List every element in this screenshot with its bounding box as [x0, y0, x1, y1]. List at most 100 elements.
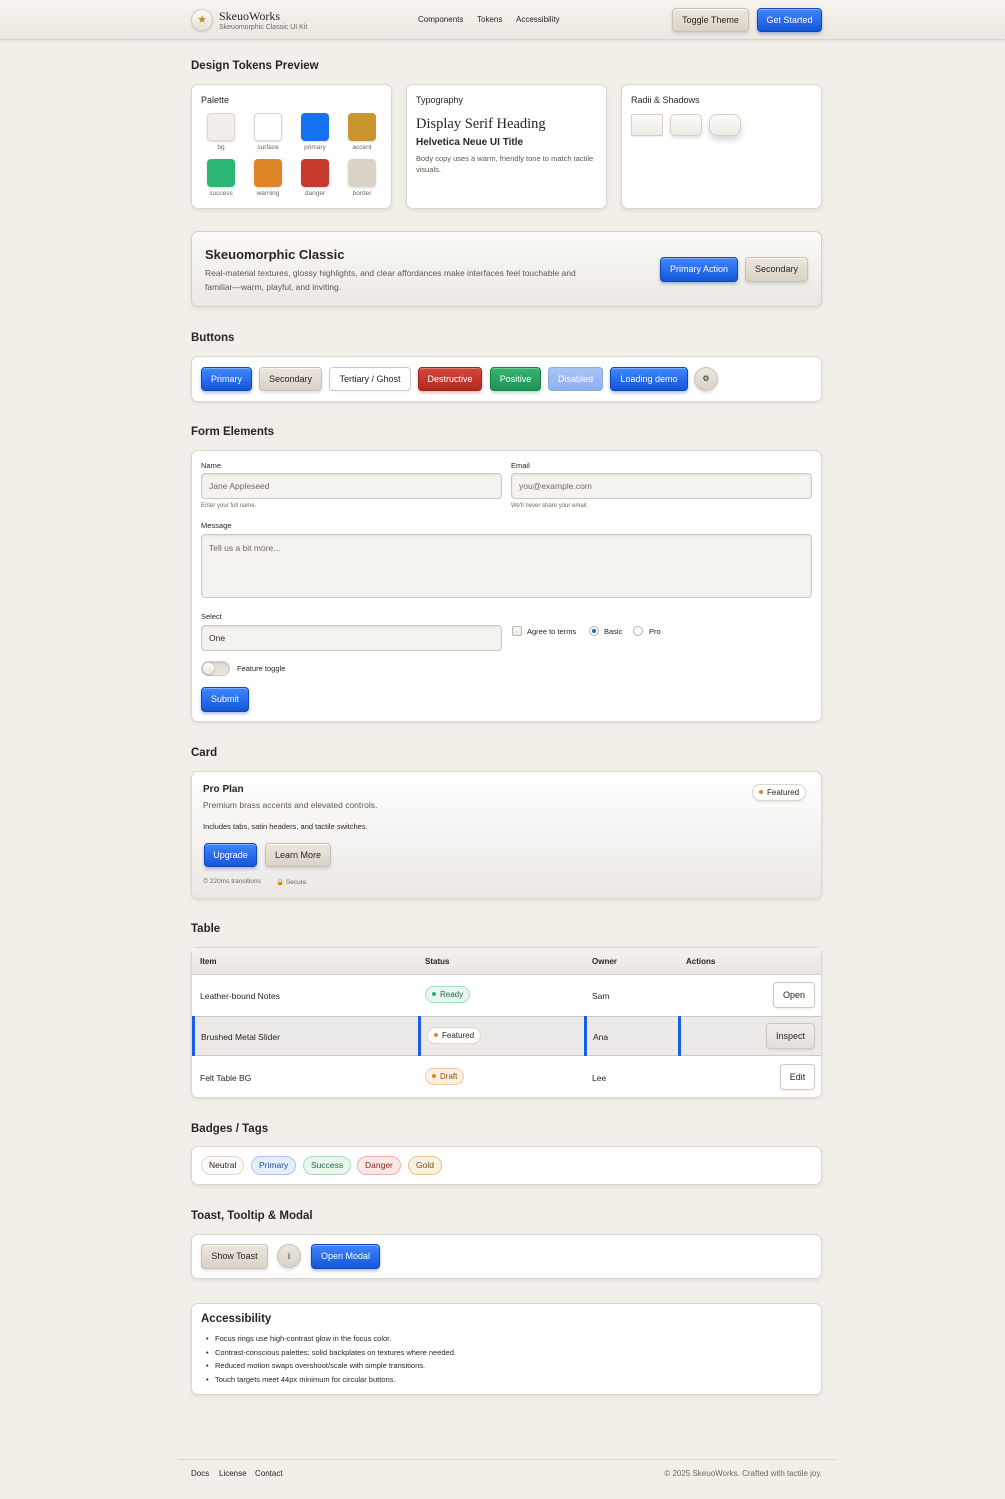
footer-link-docs[interactable]: Docs: [191, 1469, 209, 1478]
transition-meta: ⏱ 220ms transitions: [203, 878, 261, 885]
nav-accessibility[interactable]: Accessibility: [516, 15, 560, 24]
list-item: Contrast-conscious palettes; solid backp…: [206, 1348, 456, 1357]
footer-link-license[interactable]: License: [219, 1469, 247, 1478]
table-cell-item: Felt Table BG: [200, 1073, 252, 1083]
gear-icon[interactable]: ⚙: [694, 367, 718, 391]
section-title-buttons: Buttons: [191, 332, 235, 344]
table-row-selected[interactable]: [192, 1016, 821, 1056]
feature-toggle-label: Feature toggle: [237, 664, 286, 673]
toggle-theme-button[interactable]: Toggle Theme: [672, 8, 749, 32]
hero-title: Skeuomorphic Classic: [205, 247, 345, 262]
inspect-button[interactable]: Inspect: [766, 1023, 815, 1049]
swatch-label: danger: [304, 190, 326, 197]
plan-detail: Includes tabs, satin headers, and tactil…: [203, 822, 368, 831]
table-cell-owner: Ana: [593, 1032, 609, 1042]
table-cell-item: Brushed Metal Slider: [201, 1032, 280, 1042]
radius-sample-medium: [670, 114, 702, 136]
star-logo-icon: ★: [191, 9, 213, 31]
swatch-label: surface: [257, 144, 279, 151]
message-textarea[interactable]: Tell us a bit more...: [201, 534, 812, 598]
hero-secondary-button[interactable]: Secondary: [745, 257, 808, 282]
footer-copyright: © 2025 SkeuoWorks. Crafted with tactile …: [664, 1469, 822, 1478]
plan-title: Pro Plan: [203, 784, 244, 795]
tag-primary: Primary: [251, 1156, 297, 1175]
tag-success: Success: [303, 1156, 352, 1175]
section-title-table: Table: [191, 923, 221, 935]
radius-sample-small: [631, 114, 663, 136]
loading-demo-button[interactable]: Loading demo: [610, 367, 688, 391]
selection-indicator: [584, 1016, 587, 1056]
color-swatch-border: [348, 159, 376, 187]
column-header-item[interactable]: Item: [200, 957, 216, 966]
featured-badge: Featured: [752, 784, 807, 801]
table-header-row: [192, 948, 821, 975]
primary-action-button[interactable]: Primary Action: [660, 257, 738, 282]
color-swatch-accent: [348, 113, 376, 141]
color-swatch-danger: [301, 159, 329, 187]
info-tooltip-icon[interactable]: i: [277, 1244, 301, 1268]
color-swatch-surface: [254, 113, 282, 141]
email-input[interactable]: you@example.com: [511, 473, 812, 499]
ui-title-sample: Helvetica Neue UI Title: [416, 137, 524, 148]
message-label: Message: [201, 521, 232, 530]
email-label: Email: [511, 461, 530, 470]
status-badge-ready: Ready: [425, 986, 471, 1003]
get-started-button[interactable]: Get Started: [757, 8, 822, 32]
radius-sample-large: [709, 114, 741, 136]
list-item: Focus rings use high-contrast glow in th…: [206, 1334, 391, 1343]
table-cell-item: Leather-bound Notes: [200, 991, 280, 1001]
list-item: Touch targets meet 44px minimum for circ…: [206, 1375, 395, 1384]
selection-indicator: [192, 1016, 195, 1056]
brand-name[interactable]: SkeuoWorks: [219, 9, 280, 24]
palette-label: Palette: [201, 95, 230, 105]
accessibility-title: Accessibility: [201, 1313, 272, 1325]
status-badge-featured: Featured: [427, 1027, 482, 1044]
hero-description: Real-material textures, glossy highlight…: [205, 268, 576, 292]
table-cell-owner: Sam: [592, 991, 610, 1001]
secure-meta: 🔒 Secure: [276, 879, 307, 886]
toggle-knob: [203, 663, 214, 674]
section-title-overlay: Toast, Tooltip & Modal: [191, 1210, 313, 1222]
destructive-button[interactable]: Destructive: [418, 367, 482, 391]
radio-basic[interactable]: [589, 626, 599, 636]
edit-button[interactable]: Edit: [780, 1064, 815, 1090]
submit-button[interactable]: Submit: [201, 687, 249, 712]
disabled-button: Disabled: [548, 367, 603, 391]
radio-pro-label: Pro: [649, 627, 661, 636]
color-swatch-success: [207, 159, 235, 187]
select-label: Select: [201, 612, 222, 621]
body-copy-sample: Body copy uses a warm, friendly tone to …: [416, 154, 594, 174]
nav-tokens[interactable]: Tokens: [477, 15, 502, 24]
column-header-actions: Actions: [686, 957, 716, 966]
section-title-card: Card: [191, 747, 218, 759]
brand-subtitle: Skeuomorphic Classic UI Kit: [219, 24, 308, 31]
column-header-status[interactable]: Status: [425, 957, 449, 966]
column-header-owner[interactable]: Owner: [592, 957, 617, 966]
name-input[interactable]: Jane Appleseed: [201, 473, 502, 499]
feature-toggle[interactable]: [201, 661, 230, 676]
open-modal-button[interactable]: Open Modal: [311, 1244, 380, 1269]
positive-button[interactable]: Positive: [490, 367, 541, 391]
show-toast-button[interactable]: Show Toast: [201, 1244, 268, 1269]
nav-components[interactable]: Components: [418, 15, 463, 24]
primary-button[interactable]: Primary: [201, 367, 252, 391]
swatch-label: success: [209, 190, 233, 197]
open-button[interactable]: Open: [773, 982, 815, 1008]
agree-checkbox[interactable]: [512, 626, 522, 636]
learn-more-button[interactable]: Learn More: [265, 843, 331, 867]
top-bar: [0, 0, 1005, 40]
upgrade-button[interactable]: Upgrade: [204, 843, 257, 867]
tertiary-ghost-button[interactable]: Tertiary / Ghost: [329, 367, 411, 391]
radio-basic-label: Basic: [604, 627, 623, 636]
name-hint: Enter your full name.: [201, 503, 257, 509]
selection-indicator: [418, 1016, 421, 1056]
status-badge-draft: Draft: [425, 1068, 465, 1085]
radio-pro[interactable]: [633, 626, 643, 636]
footer-link-contact[interactable]: Contact: [255, 1469, 283, 1478]
serif-heading-sample: Display Serif Heading: [416, 116, 546, 132]
select-dropdown[interactable]: One: [201, 625, 502, 651]
color-swatch-bg: [207, 113, 235, 141]
secondary-button[interactable]: Secondary: [259, 367, 322, 391]
plan-subtitle: Premium brass accents and elevated contr…: [203, 800, 378, 810]
radii-label: Radii & Shadows: [631, 95, 700, 105]
